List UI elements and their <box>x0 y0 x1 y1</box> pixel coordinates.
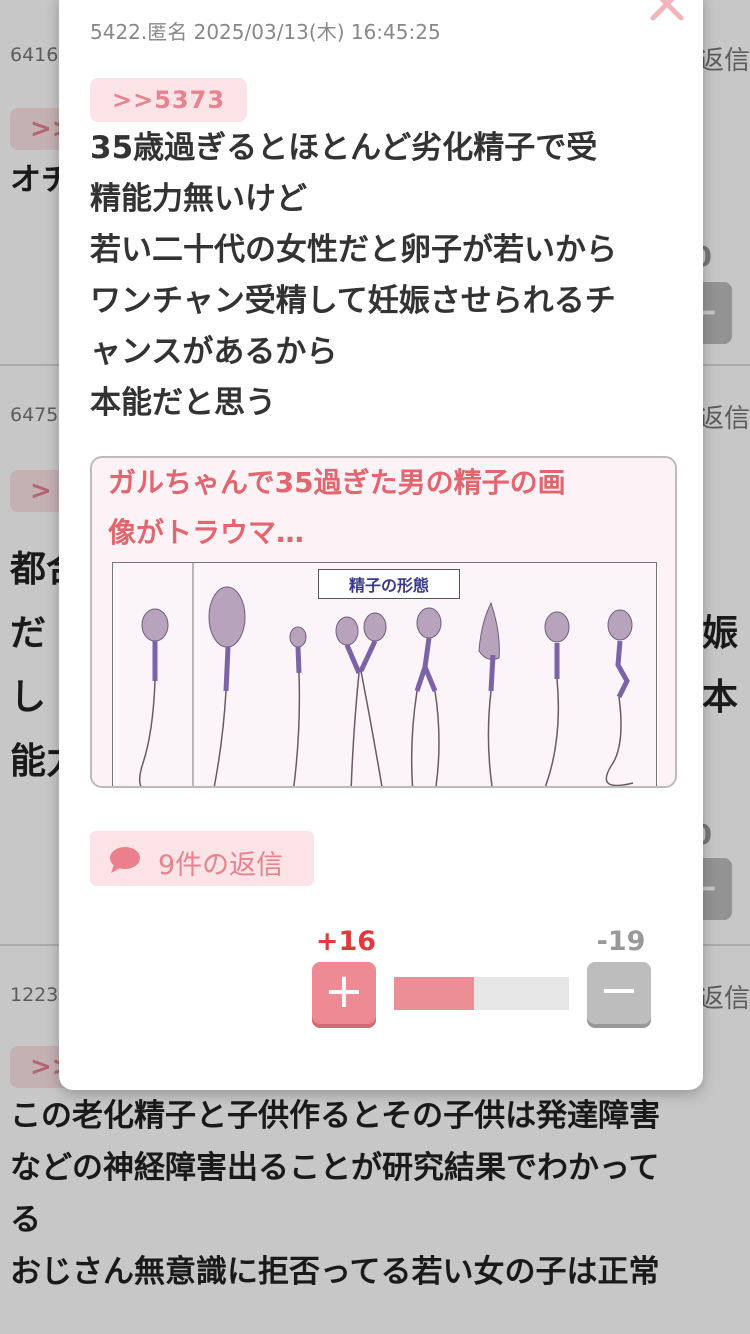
speech-bubble-icon <box>108 846 142 878</box>
anchor-link[interactable]: >>5373 <box>90 78 248 122</box>
minus-vote-count: -19 <box>596 926 646 957</box>
replies-button[interactable]: 9件の返信 <box>90 831 314 886</box>
diagram-title: 精子の形態 <box>318 569 461 599</box>
attached-image[interactable]: ガルちゃんで35過ぎた男の精子の画 像がトラウマ… 精子の形態 <box>90 456 677 788</box>
image-caption-text: ガルちゃんで35過ぎた男の精子の画 像がトラウマ… <box>108 466 566 549</box>
minus-vote-button[interactable]: − <box>587 962 651 1024</box>
replies-count-label: 9件の返信 <box>158 850 284 881</box>
post-body: 35歳過ぎるとほとんど劣化精子で受 精能力無いけど 若い二十代の女性だと卵子が若… <box>90 130 617 421</box>
plus-vote-button[interactable]: + <box>312 962 376 1024</box>
close-icon[interactable] <box>647 0 691 24</box>
vote-ratio-fill <box>394 977 474 1010</box>
anchor-popup: 5422.匿名 2025/03/13(木) 16:45:25 >>5373 35… <box>59 0 703 1090</box>
plus-vote-count: +16 <box>315 926 377 957</box>
vote-ratio-bar <box>394 977 569 1010</box>
post-meta: 5422.匿名 2025/03/13(木) 16:45:25 <box>90 20 441 44</box>
sperm-morphology-illustration: 精子の形態 <box>112 562 657 786</box>
